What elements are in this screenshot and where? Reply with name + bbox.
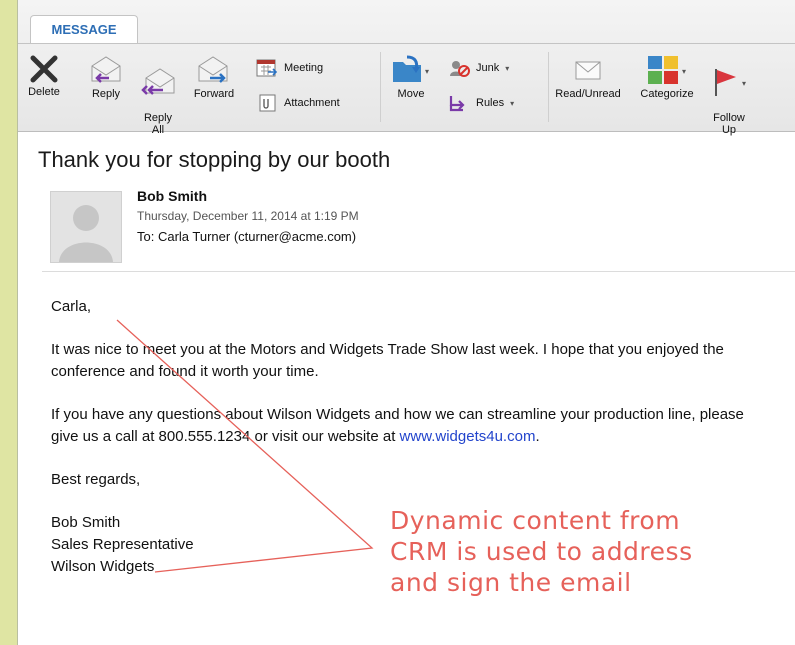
annotation-callout: Dynamic content from CRM is used to addr… (390, 506, 693, 597)
